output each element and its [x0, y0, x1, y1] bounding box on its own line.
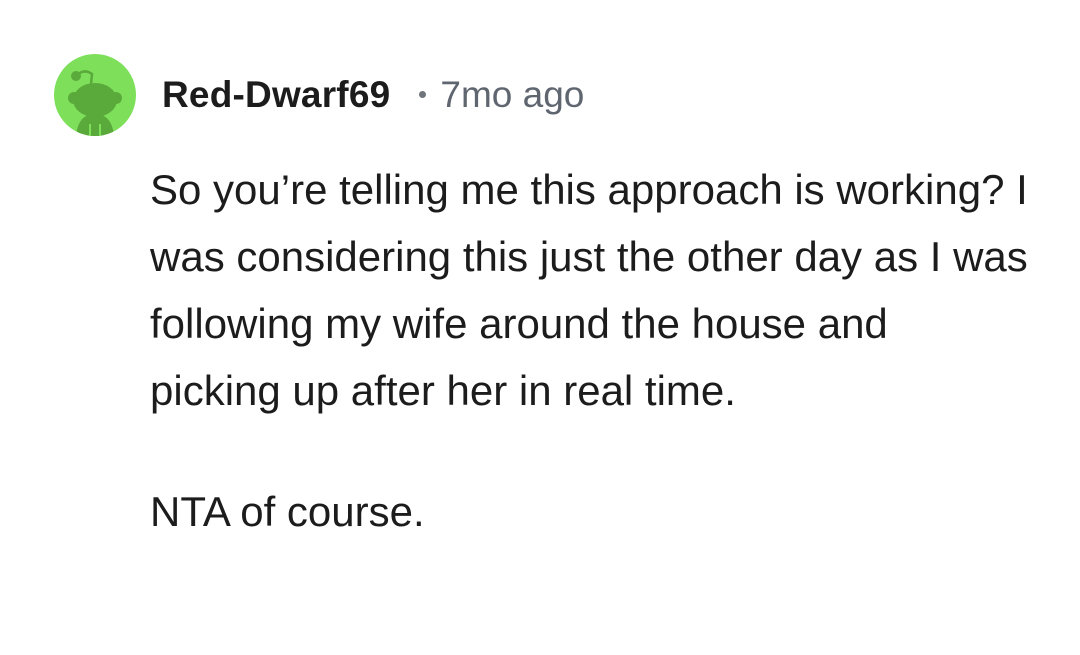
- comment-body: So you’re telling me this approach is wo…: [150, 156, 1030, 545]
- comment-meta: Red-Dwarf69 7mo ago: [162, 70, 584, 120]
- separator-dot: [419, 90, 427, 98]
- reddit-snoo-avatar-icon: [68, 70, 122, 136]
- comment: Red-Dwarf69 7mo ago So you’re telling me…: [0, 0, 1080, 655]
- user-avatar[interactable]: [54, 54, 136, 136]
- comment-timestamp[interactable]: 7mo ago: [440, 74, 584, 116]
- comment-paragraph: So you’re telling me this approach is wo…: [150, 166, 1028, 414]
- author-username[interactable]: Red-Dwarf69: [162, 74, 390, 116]
- comment-paragraph: NTA of course.: [150, 488, 425, 535]
